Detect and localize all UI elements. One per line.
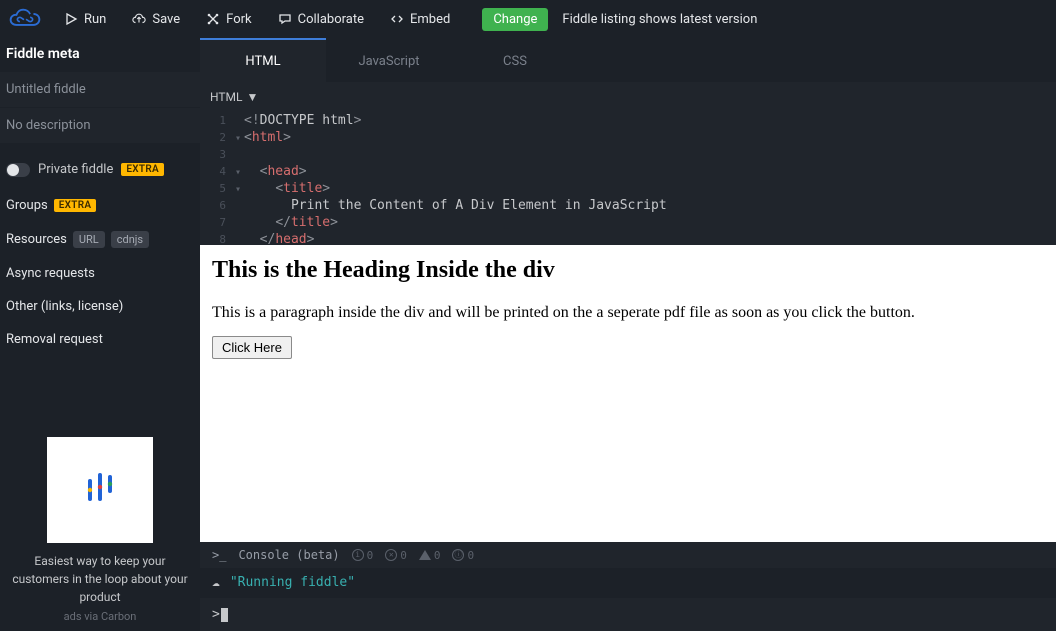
- collaborate-button[interactable]: Collaborate: [268, 8, 374, 31]
- code-text: <html>: [244, 129, 291, 146]
- listing-text: Fiddle listing shows latest version: [562, 12, 757, 27]
- code-text: <title>: [244, 180, 330, 197]
- line-number: 8: [208, 231, 232, 245]
- other-row[interactable]: Other (links, license): [0, 290, 200, 323]
- private-label: Private fiddle: [38, 162, 113, 177]
- extra-badge: EXTRA: [54, 199, 97, 212]
- code-text: </title>: [244, 214, 338, 231]
- play-icon: [64, 12, 78, 26]
- fork-label: Fork: [226, 12, 251, 27]
- cloud-icon: ☁: [212, 575, 220, 590]
- console-panel: >_ Console (beta) i0 ✕0 0 ⓘ0 ☁ "Running …: [200, 542, 1056, 631]
- code-text: <!DOCTYPE html>: [244, 112, 361, 129]
- code-editor[interactable]: 1<!DOCTYPE html>2▾<html>34▾ <head>5▾ <ti…: [200, 112, 1056, 245]
- sidebar-title: Fiddle meta: [0, 38, 200, 72]
- fiddle-description-input[interactable]: No description: [0, 108, 200, 143]
- console-header[interactable]: >_ Console (beta) i0 ✕0 0 ⓘ0: [200, 542, 1056, 568]
- prompt-symbol: >: [212, 607, 220, 622]
- prompt-icon: >_: [212, 548, 226, 562]
- output-preview: This is the Heading Inside the div This …: [200, 245, 1056, 542]
- code-line[interactable]: 3: [200, 146, 1056, 163]
- jsfiddle-logo[interactable]: [8, 7, 42, 31]
- code-line[interactable]: 5▾ <title>: [200, 180, 1056, 197]
- fork-icon: [206, 12, 220, 26]
- change-label: Change: [493, 12, 537, 27]
- preview-paragraph: This is a paragraph inside the div and w…: [212, 304, 1044, 322]
- line-number: 6: [208, 197, 232, 214]
- chat-icon: [278, 12, 292, 26]
- language-label: HTML: [210, 90, 243, 104]
- tab-javascript[interactable]: JavaScript: [326, 38, 452, 82]
- async-label: Async requests: [6, 266, 95, 281]
- ad-text: Easiest way to keep your customers in th…: [8, 552, 192, 606]
- error-count: ✕0: [385, 549, 407, 562]
- save-button[interactable]: Save: [122, 8, 190, 31]
- private-toggle[interactable]: [6, 163, 30, 177]
- run-label: Run: [84, 12, 106, 27]
- line-number: 4: [208, 163, 232, 180]
- line-number: 7: [208, 214, 232, 231]
- ad-via: ads via Carbon: [8, 610, 192, 623]
- removal-row[interactable]: Removal request: [0, 323, 200, 356]
- groups-label: Groups: [6, 198, 48, 213]
- line-number: 2: [208, 129, 232, 146]
- fold-arrow[interactable]: ▾: [232, 181, 244, 198]
- url-badge: URL: [73, 231, 105, 248]
- sidebar: Fiddle meta Untitled fiddle No descripti…: [0, 38, 200, 631]
- debug-count: ⓘ0: [452, 549, 474, 562]
- warn-count: 0: [419, 549, 441, 562]
- click-here-button[interactable]: Click Here: [212, 336, 292, 359]
- language-selector[interactable]: HTML ▼: [200, 82, 1056, 112]
- tab-css[interactable]: CSS: [452, 38, 578, 82]
- fold-arrow[interactable]: ▾: [232, 130, 244, 147]
- extra-badge: EXTRA: [121, 163, 164, 176]
- other-label: Other (links, license): [6, 299, 123, 314]
- embed-label: Embed: [410, 12, 450, 27]
- console-output-line: ☁ "Running fiddle": [200, 568, 1056, 598]
- code-line[interactable]: 2▾<html>: [200, 129, 1056, 146]
- info-count: i0: [352, 549, 374, 562]
- code-line[interactable]: 1 <!DOCTYPE html>: [200, 112, 1056, 129]
- code-line[interactable]: 8 </head>: [200, 231, 1056, 245]
- removal-label: Removal request: [6, 332, 103, 347]
- cloud-up-icon: [132, 12, 146, 26]
- editor-area: HTML JavaScript CSS HTML ▼ 1 <!DOCTYPE ht…: [200, 38, 1056, 631]
- tabs-bar: HTML JavaScript CSS: [200, 38, 1056, 82]
- private-fiddle-row: Private fiddle EXTRA: [0, 144, 200, 189]
- code-icon: [390, 12, 404, 26]
- code-line[interactable]: 6 Print the Content of A Div Element in …: [200, 197, 1056, 214]
- groups-row[interactable]: Groups EXTRA: [0, 189, 200, 222]
- fold-arrow[interactable]: ▾: [232, 164, 244, 181]
- ad-image: [47, 437, 153, 543]
- tab-html[interactable]: HTML: [200, 38, 326, 82]
- line-number: 3: [208, 146, 232, 163]
- cursor: [221, 608, 228, 622]
- run-button[interactable]: Run: [54, 8, 116, 31]
- carbon-ad[interactable]: Easiest way to keep your customers in th…: [0, 429, 200, 631]
- change-button[interactable]: Change: [482, 8, 548, 31]
- collaborate-label: Collaborate: [298, 12, 364, 27]
- code-text: </head>: [244, 231, 314, 245]
- fiddle-title-input[interactable]: Untitled fiddle: [0, 72, 200, 107]
- code-line[interactable]: 7 </title>: [200, 214, 1056, 231]
- cdnjs-badge: cdnjs: [111, 231, 149, 248]
- code-line[interactable]: 4▾ <head>: [200, 163, 1056, 180]
- line-number: 1: [208, 112, 232, 129]
- embed-button[interactable]: Embed: [380, 8, 460, 31]
- console-input[interactable]: >: [200, 598, 1056, 631]
- preview-heading: This is the Heading Inside the div: [212, 257, 1044, 284]
- async-row[interactable]: Async requests: [0, 257, 200, 290]
- console-label: Console (beta): [238, 548, 339, 562]
- fork-button[interactable]: Fork: [196, 8, 261, 31]
- resources-label: Resources: [6, 232, 67, 247]
- code-text: <head>: [244, 163, 307, 180]
- top-toolbar: Run Save Fork Collaborate Embed Change F…: [0, 0, 1056, 38]
- code-text: Print the Content of A Div Element in Ja…: [244, 197, 667, 214]
- resources-row[interactable]: Resources URL cdnjs: [0, 222, 200, 257]
- running-text: "Running fiddle": [230, 575, 355, 590]
- chevron-down-icon: ▼: [247, 90, 259, 104]
- line-number: 5: [208, 180, 232, 197]
- save-label: Save: [152, 12, 180, 27]
